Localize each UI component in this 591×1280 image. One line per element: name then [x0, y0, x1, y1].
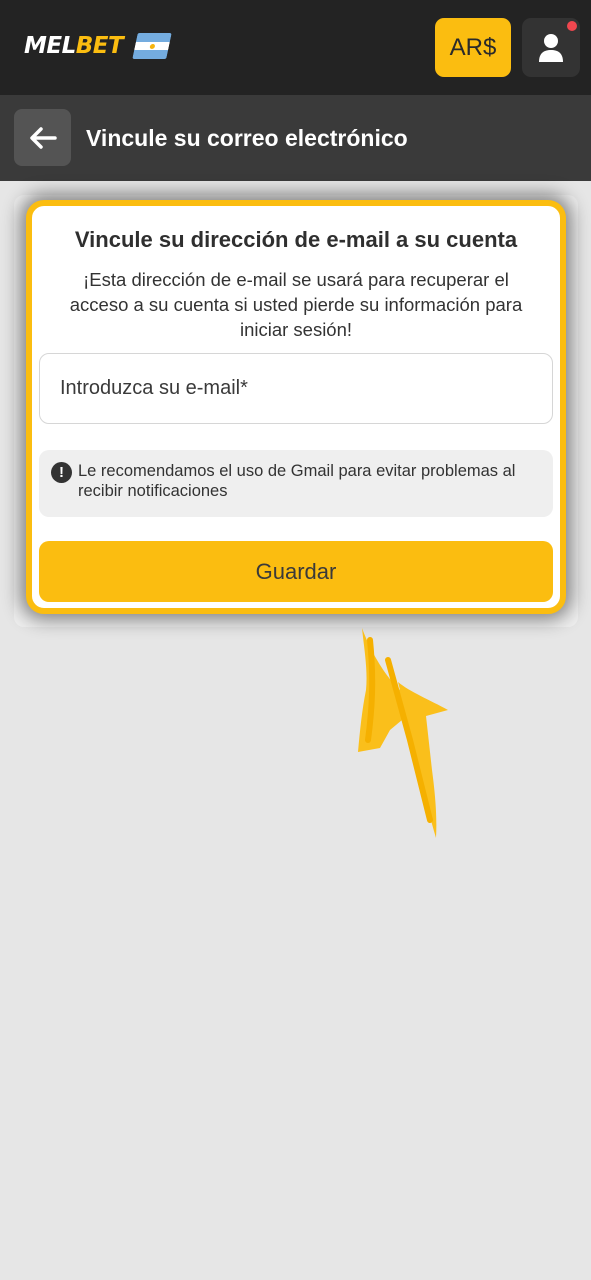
save-button[interactable]: Guardar	[39, 541, 553, 602]
card-title: Vincule su dirección de e-mail a su cuen…	[74, 227, 518, 252]
logo-text: MELBET	[24, 32, 124, 60]
exclamation-icon: !	[51, 462, 72, 483]
link-email-card: Vincule su dirección de e-mail a su cuen…	[26, 200, 566, 614]
user-icon	[539, 33, 563, 62]
hand-drawn-arrow-up-icon	[358, 628, 448, 838]
sub-header: Vincule su correo electrónico	[0, 95, 591, 181]
logo-text-mel: MEL	[24, 33, 76, 59]
gmail-hint: ! Le recomendamos el uso de Gmail para e…	[39, 450, 553, 517]
top-bar: MELBET AR$	[0, 0, 591, 95]
arrow-left-icon	[29, 126, 57, 149]
page-title: Vincule su correo electrónico	[86, 125, 408, 151]
currency-button[interactable]: AR$	[435, 18, 511, 77]
back-button[interactable]	[14, 109, 71, 166]
logo-text-bet: BET	[75, 33, 124, 59]
card-description: ¡Esta dirección de e-mail se usará para …	[69, 269, 523, 340]
melbet-logo[interactable]: MELBET	[24, 32, 172, 60]
hint-text: Le recomendamos el uso de Gmail para evi…	[78, 462, 516, 500]
argentina-flag-icon	[132, 33, 172, 59]
currency-label: AR$	[449, 33, 497, 61]
notification-dot	[567, 21, 577, 31]
email-input[interactable]	[39, 353, 553, 424]
page: MELBET AR$ Vincule su correo electrónico	[0, 0, 591, 1280]
